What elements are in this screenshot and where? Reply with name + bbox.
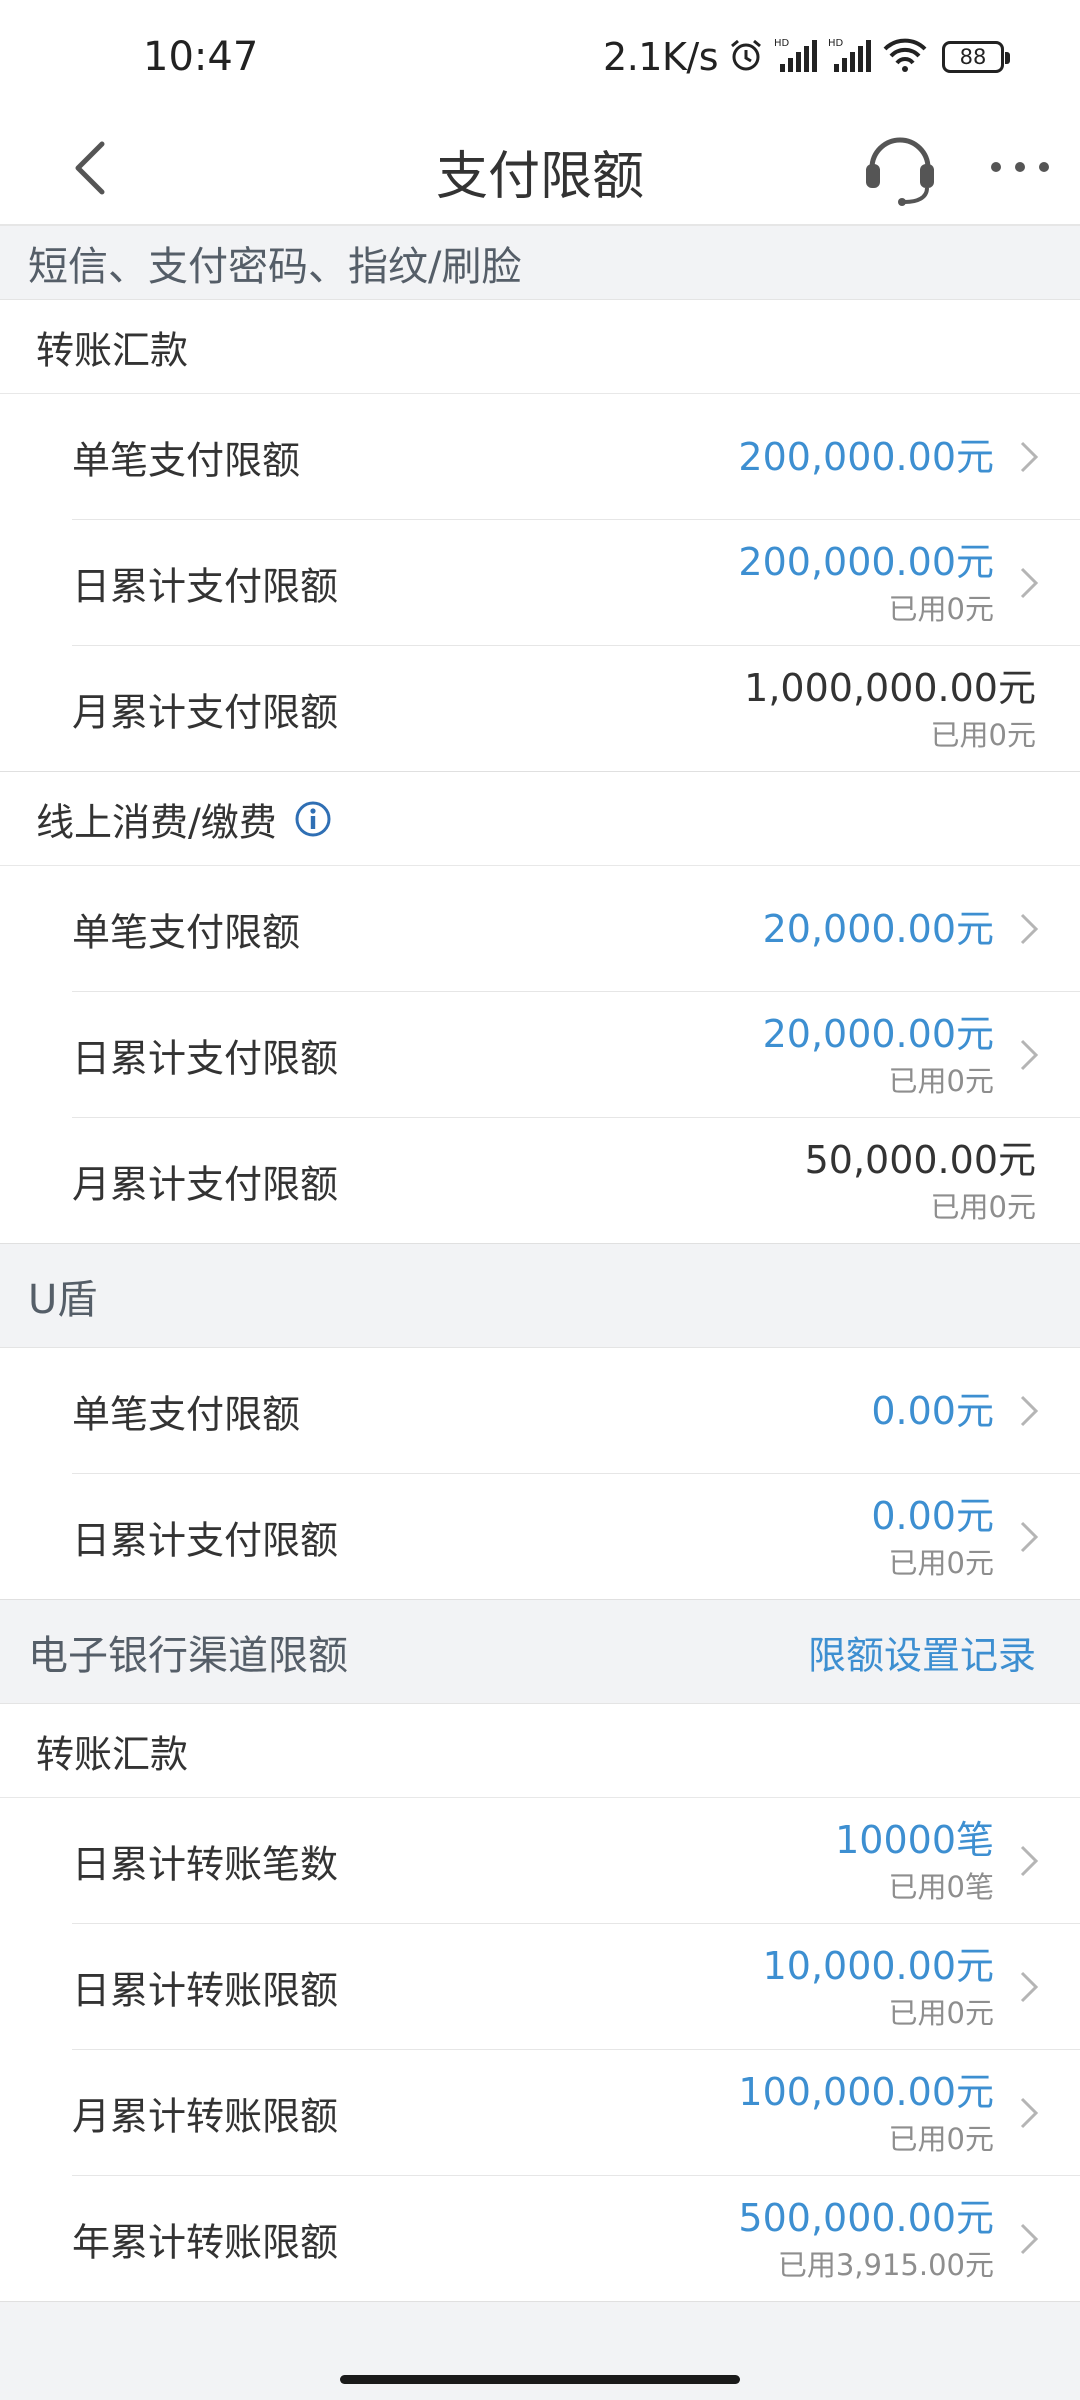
row-label: 月累计支付限额 (72, 1162, 339, 1207)
row-label: 单笔支付限额 (72, 1392, 301, 1437)
signal-hd-icon: HD (774, 36, 818, 78)
chevron-right-icon (1020, 1971, 1039, 2003)
row-value: 20,000.00元 (762, 1012, 994, 1056)
chevron-right-icon (1020, 2097, 1039, 2129)
nav-bar: 支付限额 (0, 110, 1080, 226)
limit-row-daily-payment[interactable]: 日累计支付限额 200,000.00元 已用0元 (0, 520, 1080, 646)
back-chevron-icon (75, 141, 105, 195)
limit-row-single-payment[interactable]: 单笔支付限额 20,000.00元 (0, 866, 1080, 992)
limit-row-monthly-transfer[interactable]: 月累计转账限额 100,000.00元 已用0元 (0, 2050, 1080, 2176)
group-title-text: 转账汇款 (36, 328, 189, 372)
row-value: 20,000.00元 (762, 907, 994, 951)
section-title: U盾 (28, 1276, 98, 1323)
row-label: 日累计转账限额 (72, 1968, 339, 2013)
limit-row-monthly-payment: 月累计支付限额 50,000.00元 已用0元 (0, 1118, 1080, 1244)
chevron-right-icon (1020, 1395, 1039, 1427)
status-bar: 10:47 2.1K/s HD HD 88 (0, 0, 1080, 110)
row-value: 10000笔 (835, 1818, 994, 1862)
back-button[interactable] (62, 130, 122, 206)
chevron-right-icon (1020, 567, 1039, 599)
group-title-text: 转账汇款 (36, 1732, 189, 1776)
row-label: 单笔支付限额 (72, 438, 301, 483)
group-title-transfer: 转账汇款 (0, 300, 1080, 394)
chevron-right-icon (1020, 1521, 1039, 1553)
row-value: 10,000.00元 (762, 1944, 994, 1988)
chevron-right-icon (1020, 441, 1039, 473)
chevron-right-icon (1020, 913, 1039, 945)
net-speed: 2.1K/s (603, 35, 718, 79)
battery-icon: 88 (942, 41, 1010, 73)
row-label: 日累计支付限额 (72, 1036, 339, 1081)
row-value: 0.00元 (871, 1389, 994, 1433)
limit-row-monthly-payment: 月累计支付限额 1,000,000.00元 已用0元 (0, 646, 1080, 772)
limit-row-single-payment[interactable]: 单笔支付限额 0.00元 (0, 1348, 1080, 1474)
signal-hd-icon: HD (828, 36, 872, 78)
row-used: 已用0元 (888, 2122, 994, 2156)
limit-settings-record-link[interactable]: 限额设置记录 (808, 1624, 1036, 1679)
group-title-transfer: 转账汇款 (0, 1704, 1080, 1798)
limit-row-daily-transfer-count[interactable]: 日累计转账笔数 10000笔 已用0笔 (0, 1798, 1080, 1924)
limit-row-yearly-transfer[interactable]: 年累计转账限额 500,000.00元 已用3,915.00元 (0, 2176, 1080, 2302)
row-value: 200,000.00元 (738, 435, 994, 479)
limit-row-daily-payment[interactable]: 日累计支付限额 0.00元 已用0元 (0, 1474, 1080, 1600)
chevron-right-icon (1020, 1845, 1039, 1877)
section-header-sms: 短信、支付密码、指纹/刷脸 (0, 226, 1080, 300)
row-value: 200,000.00元 (738, 540, 994, 584)
row-label: 单笔支付限额 (72, 910, 301, 955)
row-value: 50,000.00元 (804, 1138, 1036, 1182)
row-label: 日累计支付限额 (72, 1518, 339, 1563)
row-used: 已用0元 (888, 1546, 994, 1580)
bottom-spacer (0, 2302, 1080, 2382)
row-value: 0.00元 (871, 1494, 994, 1538)
group-title-text: 线上消费/缴费 (36, 800, 277, 844)
limit-row-single-payment[interactable]: 单笔支付限额 200,000.00元 (0, 394, 1080, 520)
home-indicator[interactable] (340, 2375, 740, 2384)
row-used: 已用0笔 (888, 1870, 994, 1904)
more-dots-icon (991, 162, 1049, 172)
chevron-right-icon (1020, 1039, 1039, 1071)
row-label: 日累计支付限额 (72, 564, 339, 609)
svg-text:HD: HD (828, 38, 844, 49)
row-used: 已用0元 (930, 1190, 1036, 1224)
section-title: 电子银行渠道限额 (28, 1632, 348, 1679)
status-icons: 2.1K/s HD HD 88 (603, 32, 1010, 82)
alarm-icon (728, 37, 764, 77)
group-title-online: 线上消费/缴费 (0, 772, 1080, 866)
more-button[interactable] (988, 144, 1052, 190)
row-used: 已用0元 (888, 1996, 994, 2030)
row-used: 已用0元 (888, 1064, 994, 1098)
row-value: 500,000.00元 (738, 2196, 994, 2240)
customer-service-button[interactable] (860, 124, 940, 210)
row-label: 月累计支付限额 (72, 690, 339, 735)
chevron-right-icon (1020, 2223, 1039, 2255)
row-value: 100,000.00元 (738, 2070, 994, 2114)
row-used: 已用0元 (930, 718, 1036, 752)
limits-content: 短信、支付密码、指纹/刷脸 转账汇款 单笔支付限额 200,000.00元 日累… (0, 226, 1080, 2382)
wifi-icon (882, 37, 928, 77)
status-time: 10:47 (143, 34, 259, 80)
row-label: 年累计转账限额 (72, 2220, 339, 2265)
row-used: 已用3,915.00元 (777, 2248, 994, 2282)
row-label: 月累计转账限额 (72, 2094, 339, 2139)
row-used: 已用0元 (888, 592, 994, 626)
section-header-ushield: U盾 (0, 1244, 1080, 1348)
row-label: 日累计转账笔数 (72, 1842, 339, 1887)
svg-text:HD: HD (774, 38, 790, 49)
headset-service-icon (866, 137, 934, 206)
limit-row-daily-payment[interactable]: 日累计支付限额 20,000.00元 已用0元 (0, 992, 1080, 1118)
info-icon[interactable] (294, 800, 332, 838)
limit-row-daily-transfer[interactable]: 日累计转账限额 10,000.00元 已用0元 (0, 1924, 1080, 2050)
row-value: 1,000,000.00元 (744, 666, 1036, 710)
section-title: 短信、支付密码、指纹/刷脸 (28, 243, 522, 290)
section-header-ebank: 电子银行渠道限额 限额设置记录 (0, 1600, 1080, 1704)
